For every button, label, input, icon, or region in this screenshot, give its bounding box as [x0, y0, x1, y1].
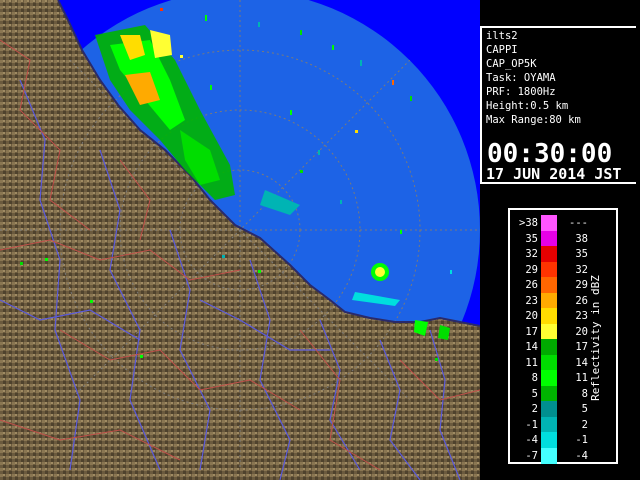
legend-lower-bound: 11	[525, 356, 538, 369]
legend-lower-bound: -1	[525, 418, 538, 431]
legend-row: 14 17	[510, 339, 600, 355]
info-radar-id: ilts2	[486, 30, 518, 42]
legend-upper-bound: 26	[575, 294, 588, 307]
legend-color-swatch	[541, 261, 557, 278]
legend-lower-bound: >38	[519, 217, 538, 229]
legend-row: 32 35	[510, 246, 600, 262]
legend-row: -4 -1	[510, 432, 600, 448]
legend-upper-bound: -4	[575, 449, 588, 462]
radar-map	[0, 0, 480, 480]
legend-row: 26 29	[510, 277, 600, 293]
legend-upper-bound: 32	[575, 263, 588, 276]
legend-title: Reflectivity in dBZ	[589, 275, 602, 401]
legend-upper-bound: 5	[581, 403, 588, 415]
legend-lower-bound: 26	[525, 279, 538, 291]
observation-date: 17 JUN 2014 JST	[486, 165, 622, 183]
legend-lower-bound: 8	[531, 372, 538, 384]
legend-lower-bound: -4	[525, 434, 538, 446]
legend-row: 29 32	[510, 261, 600, 278]
legend-lower-bound: 14	[525, 341, 538, 353]
legend-row: 17 20	[510, 323, 600, 340]
legend-upper-bound: 38	[575, 232, 588, 245]
legend-upper-bound: 17	[575, 341, 588, 353]
reflectivity-legend: >38 --- 35 38 32 35 29 32 26 29 23 26 20 23 17 20 14 17 11…	[508, 208, 618, 464]
legend-color-swatch	[541, 416, 557, 433]
legend-color-swatch	[541, 277, 557, 293]
legend-row: 20 23	[510, 308, 600, 324]
legend-color-swatch	[541, 246, 557, 262]
legend-lower-bound: 32	[525, 248, 538, 260]
legend-upper-bound: -1	[575, 434, 588, 446]
legend-upper-bound: 29	[575, 279, 588, 291]
legend-color-swatch	[541, 370, 557, 386]
legend-lower-bound: -7	[525, 449, 538, 462]
legend-row: 58	[510, 385, 600, 402]
legend-lower-bound: 29	[525, 263, 538, 276]
legend-row: >38 ---	[510, 215, 600, 231]
legend-row: 23 26	[510, 292, 600, 309]
legend-color-swatch	[541, 215, 557, 231]
legend-upper-bound: 35	[575, 248, 588, 260]
legend-color-swatch	[541, 401, 557, 417]
legend-color-swatch	[541, 230, 557, 247]
info-prf: PRF: 1800Hz	[486, 86, 556, 98]
radar-info-panel: ilts2 CAPPI CAP_OP5K Task: OYAMA PRF: 18…	[480, 26, 636, 184]
legend-lower-bound: 23	[525, 294, 538, 307]
legend-upper-bound: ---	[569, 217, 588, 229]
legend-upper-bound: 8	[581, 387, 588, 400]
legend-color-swatch	[541, 447, 557, 464]
legend-row: 35 38	[510, 230, 600, 247]
legend-lower-bound: 5	[531, 387, 538, 400]
legend-upper-bound: 23	[575, 310, 588, 322]
info-product: CAPPI	[486, 44, 518, 56]
legend-lower-bound: 20	[525, 310, 538, 322]
legend-color-swatch	[541, 385, 557, 402]
info-task: Task: OYAMA	[486, 72, 556, 84]
legend-color-swatch	[541, 292, 557, 309]
legend-lower-bound: 17	[525, 325, 538, 338]
legend-row: -7 -4	[510, 447, 600, 464]
legend-row: -1 2	[510, 416, 600, 433]
legend-upper-bound: 20	[575, 325, 588, 338]
info-height: Height:0.5 km	[486, 100, 569, 112]
legend-lower-bound: 35	[525, 232, 538, 245]
observation-time: 00:30:00	[487, 139, 613, 169]
legend-color-swatch	[541, 432, 557, 448]
legend-color-swatch	[541, 339, 557, 355]
legend-row: 11 14	[510, 354, 600, 371]
legend-upper-bound: 14	[575, 356, 588, 369]
legend-row: 25	[510, 401, 600, 417]
legend-color-swatch	[541, 308, 557, 324]
legend-upper-bound: 11	[575, 372, 588, 384]
legend-upper-bound: 2	[581, 418, 588, 431]
legend-row: 8 11	[510, 370, 600, 386]
info-max-range: Max Range:80 km	[486, 114, 581, 126]
radar-map-svg	[0, 0, 480, 480]
info-scan-mode: CAP_OP5K	[486, 58, 537, 70]
legend-color-swatch	[541, 323, 557, 340]
legend-color-swatch	[541, 354, 557, 371]
legend-lower-bound: 2	[531, 403, 538, 415]
